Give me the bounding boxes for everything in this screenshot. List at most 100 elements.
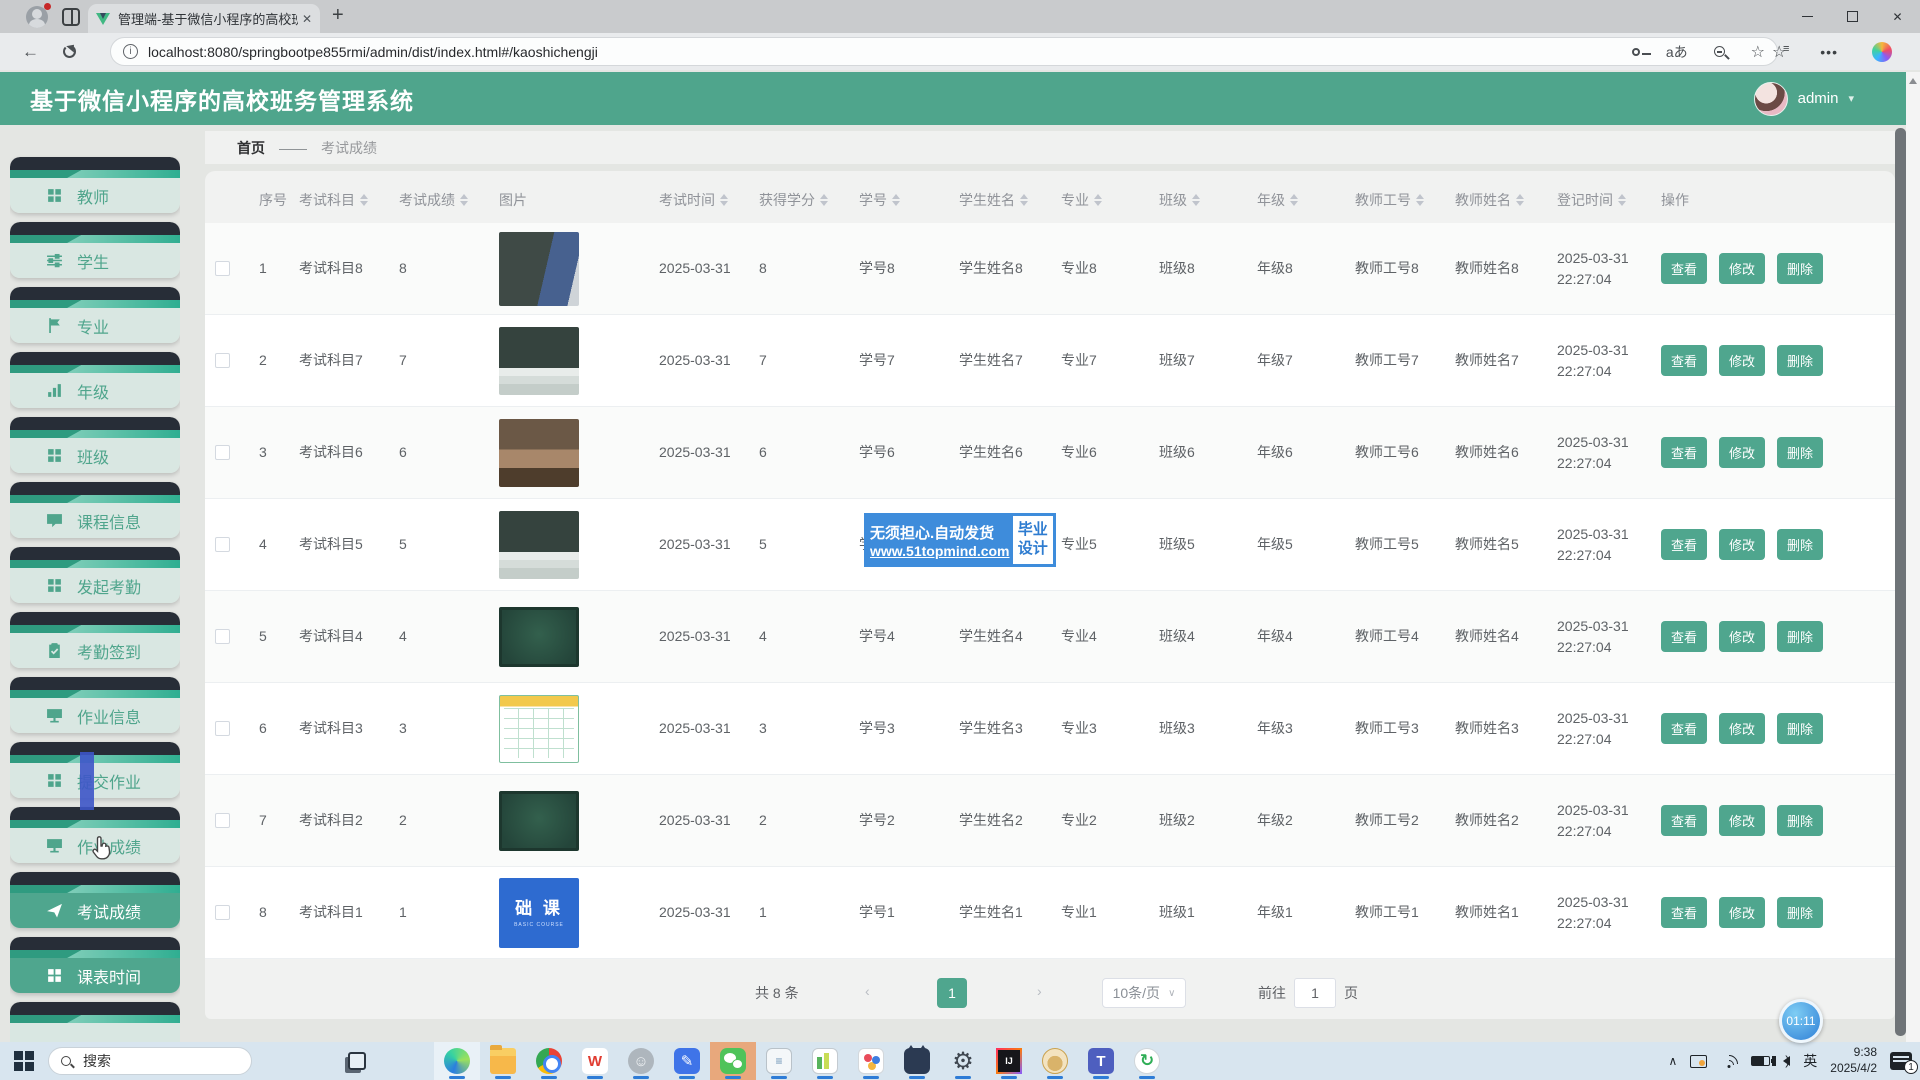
edit-button[interactable]: 修改 bbox=[1719, 805, 1765, 836]
table-header-cell[interactable]: 考试科目 bbox=[295, 190, 395, 210]
row-checkbox[interactable] bbox=[215, 629, 230, 644]
sort-carets-icon[interactable] bbox=[460, 194, 468, 206]
table-header-cell[interactable]: 年级 bbox=[1253, 190, 1351, 210]
taskbar-app[interactable]: ☺ bbox=[618, 1042, 664, 1080]
taskbar-app[interactable] bbox=[480, 1042, 526, 1080]
table-header-cell[interactable]: 序号 bbox=[245, 190, 295, 210]
tab-close-icon[interactable]: ✕ bbox=[302, 12, 312, 26]
taskbar-app[interactable]: W bbox=[572, 1042, 618, 1080]
back-icon[interactable]: ← bbox=[22, 42, 39, 62]
table-header-cell[interactable]: 获得学分 bbox=[755, 190, 855, 210]
taskbar-app[interactable] bbox=[388, 1042, 434, 1080]
sidebar-item[interactable]: 年级 bbox=[10, 352, 180, 408]
taskbar-app[interactable]: ⚙ bbox=[940, 1042, 986, 1080]
taskbar-app[interactable] bbox=[526, 1042, 572, 1080]
taskbar-app[interactable] bbox=[802, 1042, 848, 1080]
sidebar-item[interactable] bbox=[10, 1002, 180, 1042]
sort-carets-icon[interactable] bbox=[1618, 194, 1626, 206]
goto-page-input[interactable] bbox=[1294, 978, 1336, 1008]
sort-carets-icon[interactable] bbox=[1094, 194, 1102, 206]
view-button[interactable]: 查看 bbox=[1661, 253, 1707, 284]
cast-screen-icon[interactable] bbox=[1690, 1055, 1707, 1068]
page-size-select[interactable]: 10条/页 ∨ bbox=[1102, 978, 1186, 1008]
taskbar-app[interactable]: ≡ bbox=[756, 1042, 802, 1080]
delete-button[interactable]: 删除 bbox=[1777, 345, 1823, 376]
edit-button[interactable]: 修改 bbox=[1719, 529, 1765, 560]
zoom-out-icon[interactable] bbox=[1714, 46, 1725, 57]
input-language[interactable]: 英 bbox=[1803, 1051, 1817, 1071]
table-header-cell[interactable]: 操作 bbox=[1657, 190, 1895, 210]
sort-carets-icon[interactable] bbox=[720, 194, 728, 206]
password-key-icon[interactable] bbox=[1632, 48, 1640, 56]
breadcrumb-home[interactable]: 首页 bbox=[237, 138, 265, 158]
notification-center-icon[interactable]: 1 bbox=[1890, 1052, 1912, 1070]
close-button[interactable]: ✕ bbox=[1875, 0, 1920, 33]
copilot-icon[interactable] bbox=[1872, 42, 1892, 62]
taskbar-app[interactable]: ✎ bbox=[664, 1042, 710, 1080]
taskbar-app[interactable] bbox=[434, 1042, 480, 1080]
window-scrollbar[interactable] bbox=[1906, 72, 1920, 1042]
exam-image[interactable] bbox=[499, 232, 579, 306]
url-text[interactable]: localhost:8080/springbootpe855rmi/admin/… bbox=[148, 44, 598, 60]
row-checkbox[interactable] bbox=[215, 905, 230, 920]
sort-carets-icon[interactable] bbox=[1290, 194, 1298, 206]
sidebar-item[interactable]: 课表时间 bbox=[10, 937, 180, 993]
taskbar-clock[interactable]: 9:38 2025/4/2 bbox=[1830, 1045, 1877, 1076]
sort-carets-icon[interactable] bbox=[892, 194, 900, 206]
delete-button[interactable]: 删除 bbox=[1777, 713, 1823, 744]
edit-button[interactable]: 修改 bbox=[1719, 897, 1765, 928]
sort-carets-icon[interactable] bbox=[820, 194, 828, 206]
exam-image[interactable] bbox=[499, 511, 579, 579]
volume-icon[interactable] bbox=[1783, 1056, 1790, 1066]
browser-menu-icon[interactable]: ••• bbox=[1820, 44, 1838, 60]
browser-tab[interactable]: 管理端-基于微信小程序的高校班 ✕ bbox=[88, 4, 320, 33]
exam-image[interactable] bbox=[499, 327, 579, 395]
avatar[interactable] bbox=[1754, 82, 1788, 116]
favorite-star-icon[interactable]: ☆ bbox=[1751, 42, 1765, 62]
table-header-cell[interactable]: 考试时间 bbox=[655, 190, 755, 210]
new-tab-button[interactable]: + bbox=[332, 4, 344, 27]
sidebar-item[interactable]: 班级 bbox=[10, 417, 180, 473]
taskbar-app[interactable] bbox=[1032, 1042, 1078, 1080]
view-button[interactable]: 查看 bbox=[1661, 805, 1707, 836]
table-header-cell[interactable]: 学号 bbox=[855, 190, 955, 210]
sidebar-item[interactable]: 考试成绩 bbox=[10, 872, 180, 928]
view-button[interactable]: 查看 bbox=[1661, 621, 1707, 652]
sidebar-item[interactable]: 专业 bbox=[10, 287, 180, 343]
prev-page-icon[interactable]: ‹ bbox=[865, 983, 870, 999]
delete-button[interactable]: 删除 bbox=[1777, 897, 1823, 928]
page-number-button[interactable]: 1 bbox=[937, 978, 967, 1008]
taskbar-app[interactable]: ↻ bbox=[1124, 1042, 1170, 1080]
sidebar-scroll-indicator[interactable] bbox=[80, 752, 94, 810]
sort-carets-icon[interactable] bbox=[1416, 194, 1424, 206]
exam-image[interactable] bbox=[499, 607, 579, 667]
exam-image[interactable] bbox=[499, 791, 579, 851]
edit-button[interactable]: 修改 bbox=[1719, 713, 1765, 744]
edit-button[interactable]: 修改 bbox=[1719, 345, 1765, 376]
sort-carets-icon[interactable] bbox=[360, 194, 368, 206]
row-checkbox[interactable] bbox=[215, 445, 230, 460]
workspaces-icon[interactable] bbox=[62, 8, 80, 26]
delete-button[interactable]: 删除 bbox=[1777, 529, 1823, 560]
taskbar-app[interactable]: T bbox=[1078, 1042, 1124, 1080]
table-header-cell[interactable]: 图片 bbox=[495, 190, 655, 210]
maximize-button[interactable] bbox=[1830, 0, 1875, 33]
exam-image[interactable] bbox=[499, 419, 579, 487]
view-button[interactable]: 查看 bbox=[1661, 437, 1707, 468]
table-header-cell[interactable]: 考试成绩 bbox=[395, 190, 495, 210]
user-menu[interactable]: admin ▾ bbox=[1754, 82, 1854, 116]
sort-carets-icon[interactable] bbox=[1516, 194, 1524, 206]
view-button[interactable]: 查看 bbox=[1661, 529, 1707, 560]
table-header-cell[interactable]: 学生姓名 bbox=[955, 190, 1057, 210]
scrollbar-up-icon[interactable] bbox=[1909, 78, 1917, 84]
taskbar-app[interactable] bbox=[894, 1042, 940, 1080]
row-checkbox[interactable] bbox=[215, 537, 230, 552]
taskbar-app[interactable] bbox=[848, 1042, 894, 1080]
sidebar-item[interactable]: 课程信息 bbox=[10, 482, 180, 538]
table-header-cell[interactable]: 专业 bbox=[1057, 190, 1155, 210]
translate-icon[interactable]: aあ bbox=[1666, 42, 1688, 62]
minimize-button[interactable] bbox=[1785, 0, 1830, 33]
table-header-cell[interactable]: 教师姓名 bbox=[1451, 190, 1553, 210]
sidebar-item[interactable]: 考勤签到 bbox=[10, 612, 180, 668]
row-checkbox[interactable] bbox=[215, 813, 230, 828]
